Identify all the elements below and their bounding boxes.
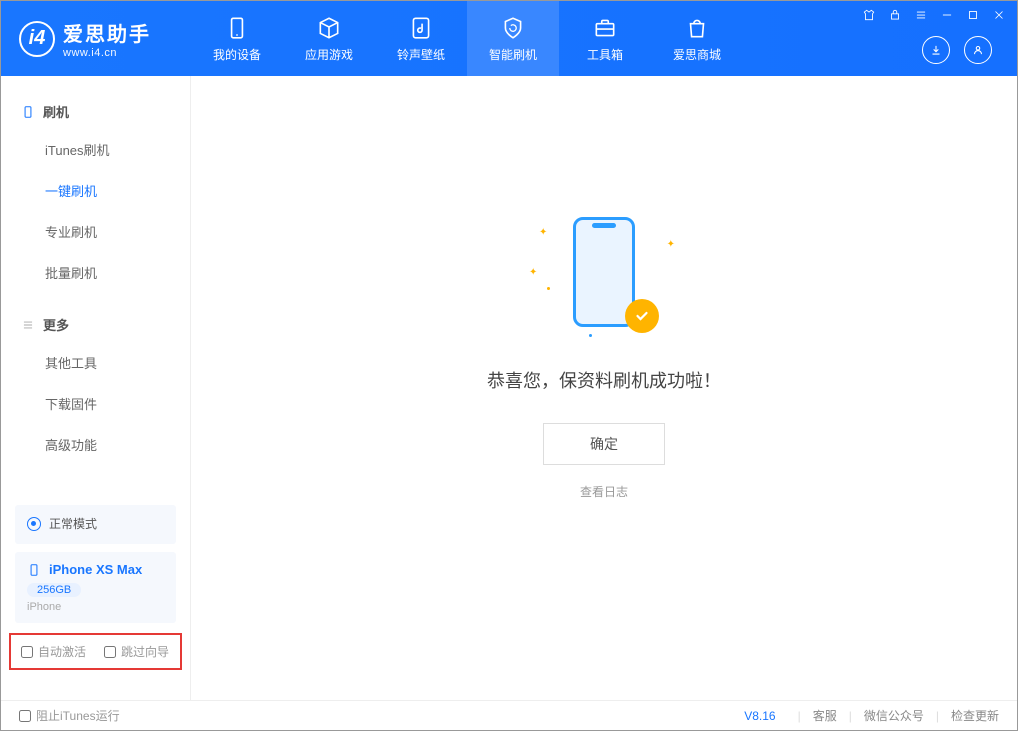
mode-dot-icon	[27, 517, 41, 531]
music-file-icon	[408, 15, 434, 41]
options-highlight: 自动激活 跳过向导	[9, 633, 182, 670]
section-title: 更多	[43, 315, 69, 334]
checkbox-label: 阻止iTunes运行	[36, 707, 120, 724]
sidebar-item-other[interactable]: 其他工具	[1, 342, 190, 383]
separator: |	[849, 709, 852, 723]
sidebar-item-firmware[interactable]: 下载固件	[1, 383, 190, 424]
tab-flash[interactable]: 智能刷机	[467, 1, 559, 76]
sidebar-item-oneclick[interactable]: 一键刷机	[1, 170, 190, 211]
nav-tabs: 我的设备 应用游戏 铃声壁纸 智能刷机 工具箱 爱思商城	[191, 1, 743, 76]
checkbox-input[interactable]	[19, 710, 31, 722]
separator: |	[936, 709, 939, 723]
user-icon[interactable]	[964, 36, 992, 64]
sidebar-item-advanced[interactable]: 高级功能	[1, 424, 190, 465]
menu-icon[interactable]	[913, 7, 929, 23]
list-icon	[21, 318, 35, 332]
lock-icon[interactable]	[887, 7, 903, 23]
sparkle-icon: ✦	[667, 239, 675, 250]
checkbox-label: 自动激活	[38, 643, 86, 660]
sidebar: 刷机 iTunes刷机 一键刷机 专业刷机 批量刷机 更多 其他工具 下载固件 …	[1, 76, 191, 700]
success-illustration: ✦ ✦ ✦	[529, 217, 679, 337]
window-controls	[861, 7, 1007, 23]
tab-toolbox[interactable]: 工具箱	[559, 1, 651, 76]
version-label: V8.16	[744, 709, 775, 723]
view-log-link[interactable]: 查看日志	[580, 483, 628, 500]
phone-small-icon	[27, 563, 41, 577]
footer-link-update[interactable]: 检查更新	[951, 707, 999, 724]
shirt-icon[interactable]	[861, 7, 877, 23]
app-subtitle: www.i4.cn	[63, 47, 151, 59]
download-icon[interactable]	[922, 36, 950, 64]
tab-label: 智能刷机	[489, 46, 537, 63]
sidebar-item-batch[interactable]: 批量刷机	[1, 252, 190, 293]
tab-label: 应用游戏	[305, 46, 353, 63]
app-title: 爱思助手	[63, 18, 151, 47]
device-mode: 正常模式	[49, 515, 97, 532]
maximize-icon[interactable]	[965, 7, 981, 23]
checkbox-skip-guide[interactable]: 跳过向导	[104, 643, 169, 660]
tab-store[interactable]: 爱思商城	[651, 1, 743, 76]
device-mode-box[interactable]: 正常模式	[15, 505, 176, 544]
device-info-box[interactable]: iPhone XS Max 256GB iPhone	[15, 552, 176, 623]
checkbox-block-itunes[interactable]: 阻止iTunes运行	[19, 707, 120, 724]
refresh-shield-icon	[500, 15, 526, 41]
tab-ringtone[interactable]: 铃声壁纸	[375, 1, 467, 76]
briefcase-icon	[592, 15, 618, 41]
tab-label: 我的设备	[213, 46, 261, 63]
sidebar-section-flash: 刷机	[1, 94, 190, 129]
confirm-button[interactable]: 确定	[543, 423, 665, 465]
sidebar-item-itunes[interactable]: iTunes刷机	[1, 129, 190, 170]
close-icon[interactable]	[991, 7, 1007, 23]
checkbox-label: 跳过向导	[121, 643, 169, 660]
device-name: iPhone XS Max	[49, 562, 142, 577]
footer-link-wechat[interactable]: 微信公众号	[864, 707, 924, 724]
dot-icon	[547, 287, 550, 290]
tab-label: 铃声壁纸	[397, 46, 445, 63]
app-header: i4 爱思助手 www.i4.cn 我的设备 应用游戏 铃声壁纸 智能刷机 工具…	[1, 1, 1017, 76]
main-content: ✦ ✦ ✦ 恭喜您，保资料刷机成功啦！ 确定 查看日志	[191, 76, 1017, 700]
dot-icon	[589, 334, 592, 337]
phone-icon	[21, 105, 35, 119]
tab-device[interactable]: 我的设备	[191, 1, 283, 76]
logo-icon: i4	[19, 21, 55, 57]
checkbox-input[interactable]	[104, 646, 116, 658]
checkbox-auto-activate[interactable]: 自动激活	[21, 643, 86, 660]
separator: |	[798, 709, 801, 723]
tab-label: 工具箱	[587, 46, 623, 63]
section-title: 刷机	[43, 102, 69, 121]
sparkle-icon: ✦	[529, 267, 537, 278]
sidebar-section-more: 更多	[1, 307, 190, 342]
device-type: iPhone	[27, 601, 164, 613]
capacity-badge: 256GB	[27, 583, 81, 597]
header-actions	[922, 36, 992, 64]
checkbox-input[interactable]	[21, 646, 33, 658]
logo-area: i4 爱思助手 www.i4.cn	[1, 18, 191, 59]
device-icon	[224, 15, 250, 41]
footer: 阻止iTunes运行 V8.16 | 客服 | 微信公众号 | 检查更新	[1, 700, 1017, 730]
success-message: 恭喜您，保资料刷机成功啦！	[487, 367, 721, 393]
sparkle-icon: ✦	[539, 227, 547, 238]
sidebar-item-pro[interactable]: 专业刷机	[1, 211, 190, 252]
tab-apps[interactable]: 应用游戏	[283, 1, 375, 76]
minimize-icon[interactable]	[939, 7, 955, 23]
footer-link-support[interactable]: 客服	[813, 707, 837, 724]
tab-label: 爱思商城	[673, 46, 721, 63]
check-badge-icon	[625, 299, 659, 333]
bag-icon	[684, 15, 710, 41]
cube-icon	[316, 15, 342, 41]
